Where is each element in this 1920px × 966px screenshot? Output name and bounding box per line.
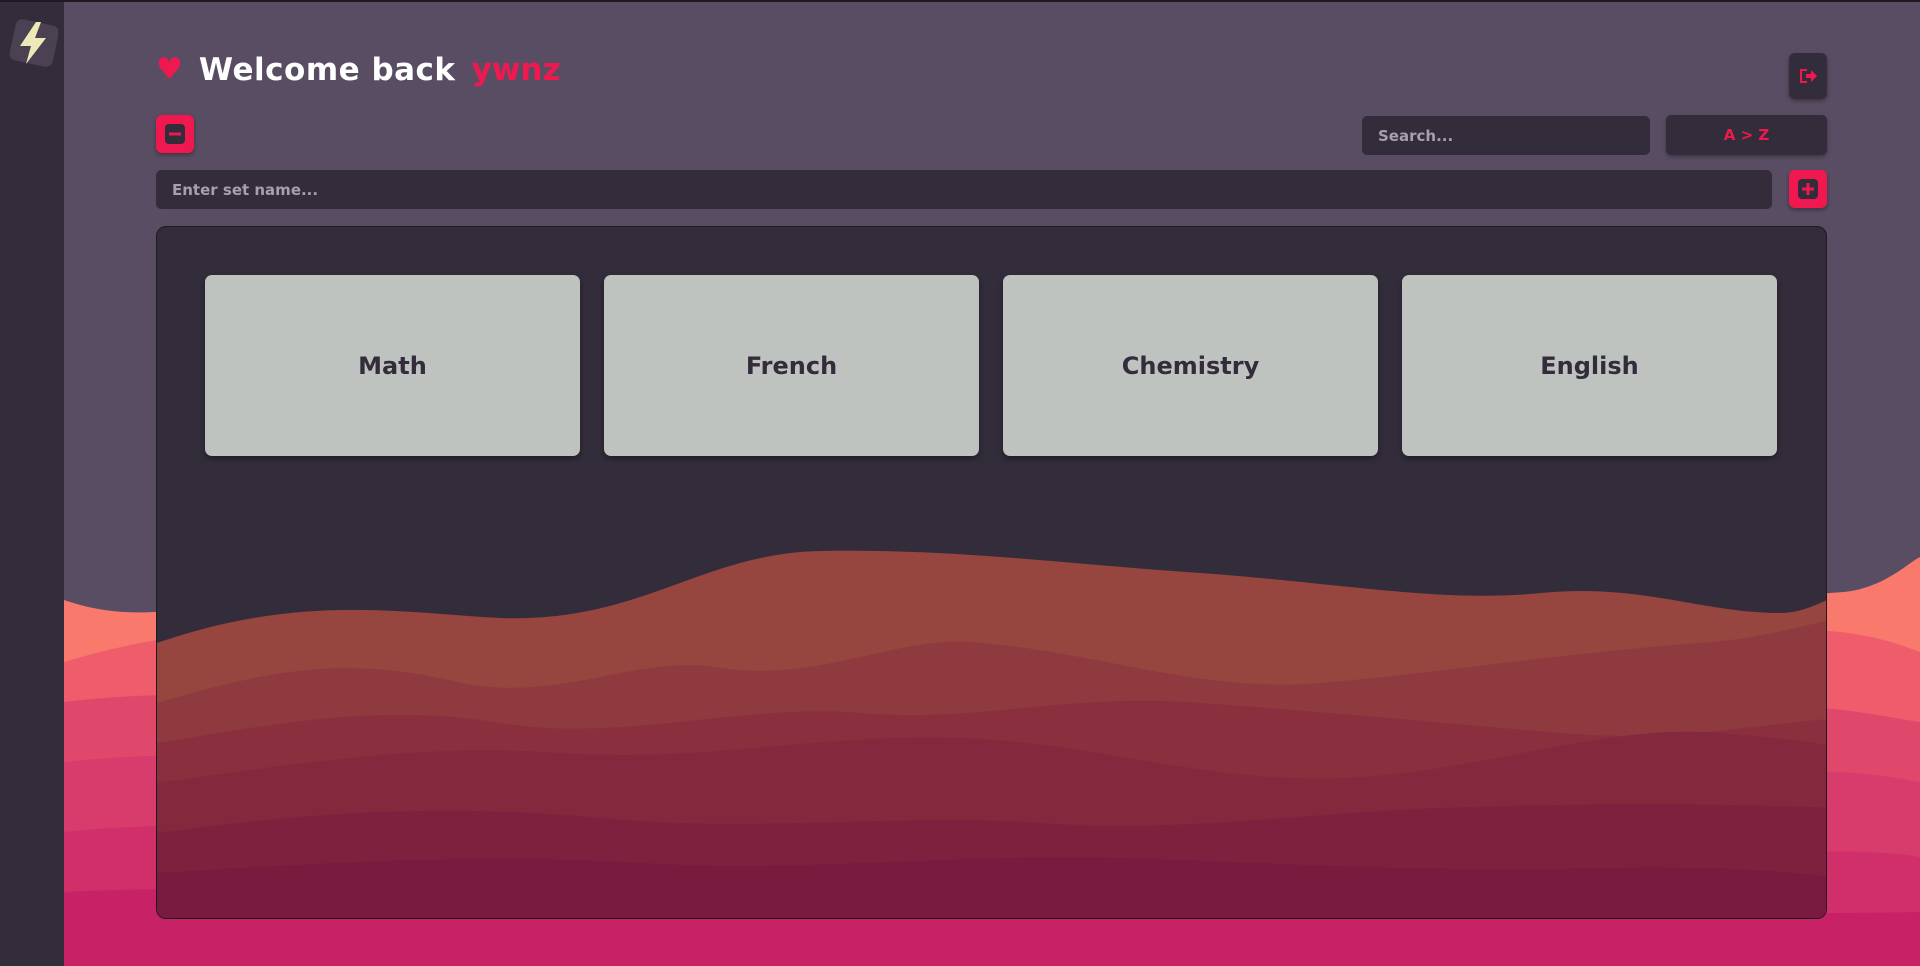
set-card-label: French: [745, 351, 838, 380]
logout-button[interactable]: [1789, 53, 1827, 99]
lightning-bolt-icon[interactable]: [8, 18, 58, 68]
sidebar: [0, 2, 64, 966]
heart-icon: ♥: [156, 52, 183, 87]
set-card-label: Math: [358, 351, 427, 380]
username: ywnz: [471, 52, 561, 88]
add-set-button[interactable]: [1789, 170, 1827, 208]
sort-button[interactable]: A > Z: [1666, 115, 1827, 155]
set-cards: Math French Chemistry English: [205, 275, 1777, 456]
set-card-chemistry[interactable]: Chemistry: [1003, 275, 1378, 456]
set-card-english[interactable]: English: [1402, 275, 1777, 456]
set-card-label: Chemistry: [1121, 351, 1260, 380]
search-input[interactable]: [1362, 116, 1650, 155]
set-card-math[interactable]: Math: [205, 275, 580, 456]
page-header: ♥ Welcome back ywnz: [156, 52, 561, 88]
welcome-text: Welcome back: [198, 52, 456, 88]
plus-icon: [1798, 179, 1818, 199]
set-card-label: English: [1540, 351, 1639, 380]
sets-panel: Math French Chemistry English: [156, 226, 1827, 919]
main-content: ♥ Welcome back ywnz A > Z: [64, 2, 1920, 966]
minus-icon: [165, 124, 185, 144]
collapse-button[interactable]: [156, 115, 194, 153]
set-card-french[interactable]: French: [604, 275, 979, 456]
logout-icon: [1800, 69, 1817, 83]
set-name-input[interactable]: [156, 170, 1772, 209]
